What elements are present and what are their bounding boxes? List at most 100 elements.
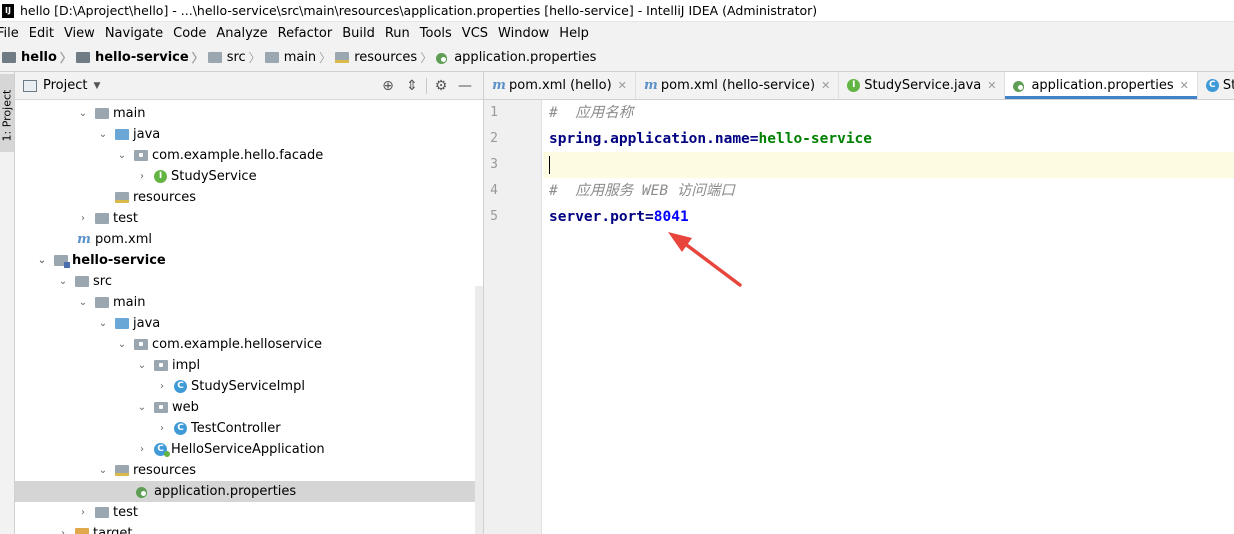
collapse-arrow-icon[interactable]: › [136,444,148,455]
chevron-right-icon: 〉 [59,51,72,65]
collapse-arrow-icon[interactable]: › [156,381,168,392]
tab-application-properties[interactable]: application.properties ✕ [1005,72,1198,99]
code-line-2[interactable]: spring.application.name=hello-service [543,126,1234,152]
comment-text: # 应用名称 [549,105,634,121]
project-tree-scrollbar[interactable] [475,286,483,534]
close-icon[interactable]: ✕ [987,79,996,92]
menu-navigate[interactable]: Navigate [105,26,163,41]
tool-window-stripe: 1: Project [0,72,15,534]
tree-node-test[interactable]: › test [15,502,483,523]
menu-window[interactable]: Window [498,26,549,41]
expand-arrow-icon[interactable]: ⌄ [136,402,148,413]
chevron-right-icon: 〉 [191,51,204,65]
menu-analyze[interactable]: Analyze [216,26,267,41]
expand-arrow-icon[interactable]: ⌄ [57,276,69,287]
tree-node-package-facade[interactable]: ⌄ com.example.hello.facade [15,145,483,166]
tree-node-helloserviceapplication[interactable]: › C HelloServiceApplication [15,439,483,460]
collapse-arrow-icon[interactable]: › [156,423,168,434]
tree-node-hello-service[interactable]: ⌄ hello-service [15,250,483,271]
tree-node-application-properties[interactable]: application.properties [15,481,483,502]
tree-node-impl[interactable]: ⌄ impl [15,355,483,376]
close-icon[interactable]: ✕ [618,79,627,92]
tree-node-resources[interactable]: ⌄ resources [15,460,483,481]
expand-arrow-icon[interactable]: ⌄ [36,255,48,266]
tree-node-resources[interactable]: resources [15,187,483,208]
intellij-logo-icon: IJ [2,3,14,18]
tree-node-pom-xml[interactable]: m pom.xml [15,229,483,250]
menu-file[interactable]: File [0,26,19,41]
expand-arrow-icon[interactable]: ⌄ [116,150,128,161]
locate-file-icon[interactable]: ⊕ [376,78,400,94]
tab-pom-xml-hello-service[interactable]: m pom.xml (hello-service) ✕ [636,72,840,99]
project-panel-actions: ⊕ ⇕ ⚙ — [376,72,477,100]
breadcrumb-item-src[interactable]: src 〉 [207,49,265,66]
package-icon [134,150,148,161]
project-tool-window-button[interactable]: 1: Project [0,74,14,152]
line-number-gutter: 1 2 3 4 5 [484,100,542,534]
class-icon: C [1205,79,1219,92]
tree-node-package-helloservice[interactable]: ⌄ com.example.helloservice [15,334,483,355]
menu-code[interactable]: Code [173,26,206,41]
minimize-icon[interactable]: — [453,78,477,94]
menu-vcs[interactable]: VCS [462,26,488,41]
menu-refactor[interactable]: Refactor [278,26,333,41]
breadcrumb-item-main[interactable]: main 〉 [264,49,336,66]
resources-folder-icon [115,465,129,476]
code-line-4[interactable]: # 应用服务 WEB 访问端口 [543,178,1234,204]
collapse-arrow-icon[interactable]: › [57,528,69,534]
collapse-arrow-icon[interactable]: › [77,213,89,224]
code-editor[interactable]: # 应用名称 spring.application.name=hello-ser… [543,100,1234,534]
tree-node-java[interactable]: ⌄ java [15,124,483,145]
caret-down-icon[interactable]: ▼ [93,81,100,91]
collapse-all-icon[interactable]: ⇕ [400,78,424,94]
expand-arrow-icon[interactable]: ⌄ [136,360,148,371]
expand-arrow-icon[interactable]: ⌄ [77,297,89,308]
tree-node-test[interactable]: › test [15,208,483,229]
close-icon[interactable]: ✕ [821,79,830,92]
module-folder-icon [75,52,90,63]
tab-studyservice-java[interactable]: I StudyService.java ✕ [839,72,1006,99]
tree-node-studyservice[interactable]: › I StudyService [15,166,483,187]
expand-arrow-icon[interactable]: ⌄ [116,339,128,350]
comment-text: # 应用服务 WEB 访问端口 [549,183,735,199]
breadcrumb-item-hello-service[interactable]: hello-service 〉 [75,49,208,66]
menu-edit[interactable]: Edit [29,26,54,41]
code-line-1[interactable]: # 应用名称 [543,100,1234,126]
code-line-3-current[interactable] [543,152,1234,178]
code-line-5[interactable]: server.port=8041 [543,204,1234,230]
menu-build[interactable]: Build [342,26,375,41]
tree-node-main[interactable]: ⌄ main [15,103,483,124]
expand-arrow-icon[interactable]: ⌄ [97,318,109,329]
menu-view[interactable]: View [64,26,95,41]
breadcrumb-item-hello[interactable]: hello 〉 [2,49,76,66]
menu-tools[interactable]: Tools [420,26,452,41]
menu-bar: File Edit View Navigate Code Analyze Ref… [0,22,1234,44]
tree-node-src[interactable]: ⌄ src [15,271,483,292]
breadcrumb-item-application-properties[interactable]: application.properties [436,50,596,65]
collapse-arrow-icon[interactable]: › [77,507,89,518]
tree-node-web[interactable]: ⌄ web [15,397,483,418]
expand-arrow-icon[interactable]: ⌄ [97,129,109,140]
property-separator: = [645,209,654,225]
tree-node-testcontroller[interactable]: › C TestController [15,418,483,439]
tab-studyserviceimpl[interactable]: C StudyServiceImpl [1198,72,1234,99]
breadcrumb-item-resources[interactable]: resources 〉 [335,49,436,66]
expand-arrow-icon[interactable]: ⌄ [97,465,109,476]
tree-node-java[interactable]: ⌄ java [15,313,483,334]
project-view-selector[interactable]: Project [43,78,87,93]
expand-arrow-icon[interactable]: ⌄ [77,108,89,119]
project-tree: ⌄ main ⌄ java ⌄ com.example.hello.facade… [15,103,483,534]
text-cursor [549,156,550,174]
gear-icon[interactable]: ⚙ [429,78,453,94]
close-icon[interactable]: ✕ [1180,79,1189,92]
menu-help[interactable]: Help [559,26,589,41]
interface-icon: I [154,170,167,183]
tree-node-studyserviceimpl[interactable]: › C StudyServiceImpl [15,376,483,397]
module-icon [54,255,70,268]
maven-icon: m [644,78,658,93]
tree-node-target[interactable]: › target [15,523,483,534]
menu-run[interactable]: Run [385,26,410,41]
tree-node-main[interactable]: ⌄ main [15,292,483,313]
tab-pom-xml-hello[interactable]: m pom.xml (hello) ✕ [484,72,636,99]
collapse-arrow-icon[interactable]: › [136,171,148,182]
